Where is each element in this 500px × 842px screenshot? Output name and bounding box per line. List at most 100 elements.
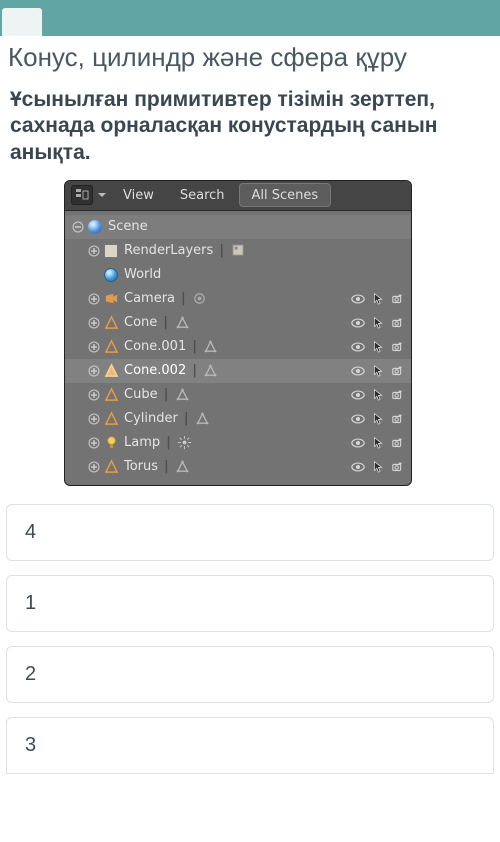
outliner-row[interactable]: RenderLayers | xyxy=(65,239,411,263)
answer-list: 4 1 2 3 xyxy=(0,504,500,774)
outliner-row[interactable]: Cylinder| xyxy=(65,407,411,431)
tab-corner xyxy=(2,8,42,36)
divider: | xyxy=(164,459,169,474)
eye-icon[interactable] xyxy=(351,412,365,426)
cursor-icon[interactable] xyxy=(371,340,385,354)
mesh-icon xyxy=(103,363,119,379)
item-label: RenderLayers xyxy=(124,243,213,258)
divider: | xyxy=(163,315,168,330)
divider: | xyxy=(181,291,186,306)
outliner-row[interactable]: World xyxy=(65,263,411,287)
cursor-icon[interactable] xyxy=(371,292,385,306)
outliner-type-icon[interactable] xyxy=(71,185,93,205)
mesh-icon xyxy=(103,339,119,355)
collapse-icon[interactable] xyxy=(71,220,85,234)
item-label: Torus xyxy=(124,459,158,474)
eye-icon[interactable] xyxy=(351,292,365,306)
mesh-icon xyxy=(103,315,119,331)
outliner-row[interactable]: Cube| xyxy=(65,383,411,407)
answer-option[interactable]: 4 xyxy=(6,504,494,561)
item-label: Cone xyxy=(124,315,157,330)
visibility-controls xyxy=(351,460,405,474)
item-label: Lamp xyxy=(124,435,160,450)
header-view-button[interactable]: View xyxy=(111,183,166,207)
camera-icon xyxy=(103,291,119,307)
header-scenes-button[interactable]: All Scenes xyxy=(239,183,332,207)
eye-icon[interactable] xyxy=(351,436,365,450)
visibility-controls xyxy=(351,436,405,450)
divider: | xyxy=(192,363,197,378)
divider: | xyxy=(219,243,224,258)
cursor-icon[interactable] xyxy=(371,388,385,402)
answer-option[interactable]: 3 xyxy=(6,717,494,774)
expand-icon[interactable] xyxy=(87,364,101,378)
render-icon[interactable] xyxy=(391,292,405,306)
eye-icon[interactable] xyxy=(351,316,365,330)
cursor-icon[interactable] xyxy=(371,412,385,426)
outliner-row[interactable]: Cone | xyxy=(65,311,411,335)
lamp-icon xyxy=(103,435,119,451)
outliner-row[interactable]: Lamp | xyxy=(65,431,411,455)
expand-icon[interactable] xyxy=(87,412,101,426)
expand-icon[interactable] xyxy=(87,388,101,402)
eye-icon[interactable] xyxy=(351,460,365,474)
render-icon[interactable] xyxy=(391,388,405,402)
divider: | xyxy=(166,435,171,450)
meshdata-icon xyxy=(195,411,211,427)
outliner-row[interactable]: Cone.001| xyxy=(65,335,411,359)
item-label: World xyxy=(124,267,161,282)
cursor-icon[interactable] xyxy=(371,364,385,378)
render-icon[interactable] xyxy=(391,412,405,426)
expand-icon[interactable] xyxy=(87,316,101,330)
eye-icon[interactable] xyxy=(351,364,365,378)
outliner-body: Scene RenderLayers| World Camera| Cone| … xyxy=(65,211,411,485)
outliner-header: View Search All Scenes xyxy=(65,181,411,211)
render-icon[interactable] xyxy=(391,340,405,354)
scene-label: Scene xyxy=(108,219,148,234)
meshdata-icon xyxy=(175,459,191,475)
answer-option[interactable]: 1 xyxy=(6,575,494,632)
render-icon[interactable] xyxy=(391,364,405,378)
meshdata-icon xyxy=(203,363,219,379)
screenshot-area: View Search All Scenes Scene RenderLayer… xyxy=(0,180,500,504)
outliner-row[interactable]: Camera| xyxy=(65,287,411,311)
mesh-icon xyxy=(103,387,119,403)
expand-icon[interactable] xyxy=(87,292,101,306)
visibility-controls xyxy=(351,292,405,306)
render-icon[interactable] xyxy=(391,460,405,474)
outliner-row[interactable]: Cone.002 | xyxy=(65,359,411,383)
cursor-icon[interactable] xyxy=(371,316,385,330)
visibility-controls xyxy=(351,316,405,330)
eye-icon[interactable] xyxy=(351,388,365,402)
cursor-icon[interactable] xyxy=(371,460,385,474)
world-icon xyxy=(103,267,119,283)
question-text: Ұсынылған примитивтер тізімін зерттеп, с… xyxy=(0,87,500,180)
cursor-icon[interactable] xyxy=(371,436,385,450)
visibility-controls xyxy=(351,412,405,426)
outliner-row[interactable]: Torus | xyxy=(65,455,411,479)
expand-icon[interactable] xyxy=(87,460,101,474)
expand-icon[interactable] xyxy=(87,436,101,450)
page-title: Конус, цилиндр және сфера құру xyxy=(0,36,500,87)
divider: | xyxy=(184,411,189,426)
visibility-controls xyxy=(351,340,405,354)
visibility-controls xyxy=(351,364,405,378)
answer-option[interactable]: 2 xyxy=(6,646,494,703)
render-icon[interactable] xyxy=(391,316,405,330)
lampdata-icon xyxy=(177,435,193,451)
header-search-button[interactable]: Search xyxy=(168,183,237,207)
render-icon[interactable] xyxy=(391,436,405,450)
outliner-dropdown-icon[interactable] xyxy=(95,185,109,205)
outliner-scene-row[interactable]: Scene xyxy=(65,215,411,239)
visibility-controls xyxy=(351,388,405,402)
expand-icon[interactable] xyxy=(87,244,101,258)
meshdata-icon xyxy=(174,387,190,403)
meshdata-icon xyxy=(174,315,190,331)
blender-outliner: View Search All Scenes Scene RenderLayer… xyxy=(64,180,412,486)
divider: | xyxy=(164,387,169,402)
eye-icon[interactable] xyxy=(351,340,365,354)
item-label: Cone.001 xyxy=(124,339,186,354)
expand-icon[interactable] xyxy=(87,340,101,354)
item-label: Cone.002 xyxy=(124,363,186,378)
meshdata-icon xyxy=(203,339,219,355)
